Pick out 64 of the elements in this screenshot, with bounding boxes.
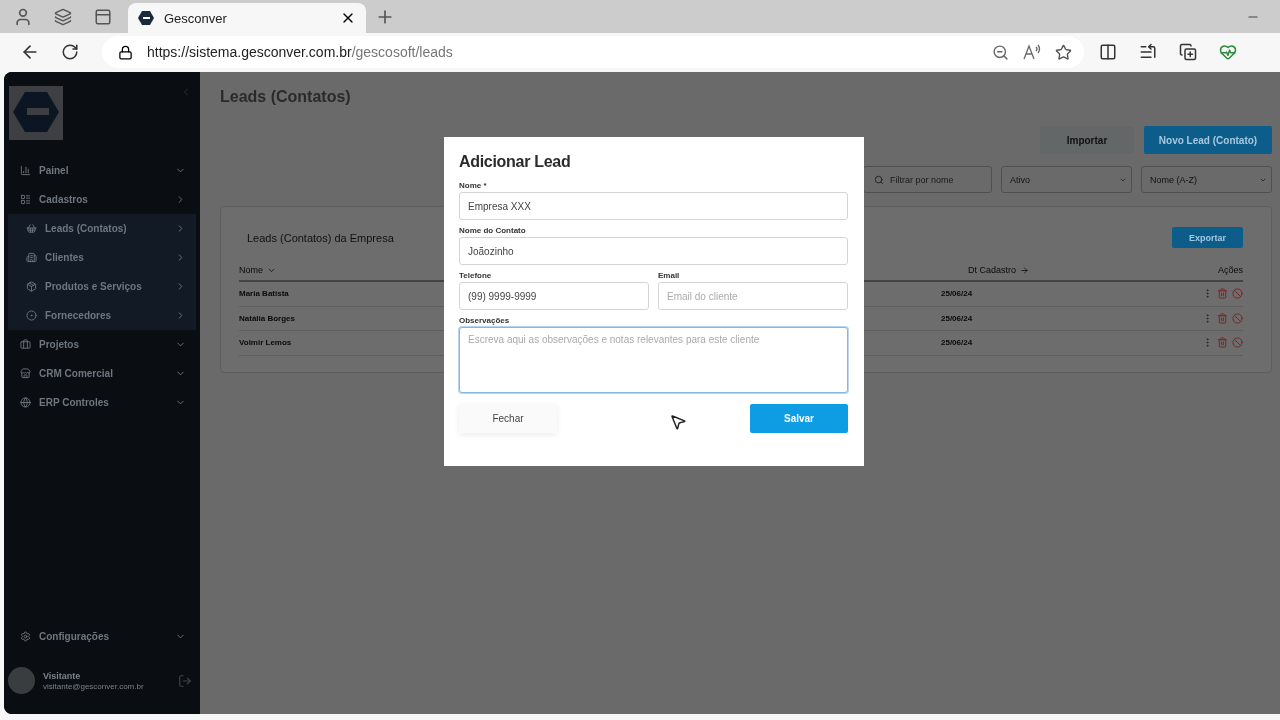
card-title: Leads (Contatos) da Empresa (247, 231, 394, 244)
search-icon (874, 174, 884, 185)
menu-icon (20, 339, 31, 350)
user-email: visitante@gesconver.com.br (43, 681, 145, 691)
browser-tab[interactable]: Gesconver (128, 3, 366, 33)
tab-title: Gesconver (164, 10, 228, 26)
arrow-right-icon (1020, 265, 1029, 275)
page-title: Leads (Contatos) (220, 88, 352, 106)
settings-icon (20, 631, 31, 642)
url-text: https://sistema.gesconver.com.br/gescosoft/leads (147, 44, 454, 60)
site-logo-icon (138, 10, 154, 26)
dialog-title: Adicionar Lead (459, 153, 572, 171)
sidebar-item[interactable]: CRM Comercial (4, 359, 200, 388)
column-header: Ações (1218, 265, 1243, 275)
save-button[interactable]: Salvar (750, 404, 848, 433)
column-header[interactable]: Dt Cadastro (968, 265, 1118, 275)
import-button[interactable]: Importar (1040, 126, 1134, 154)
field-label: Observações (459, 316, 511, 325)
new-lead-button[interactable]: Novo Lead (Contato) (1144, 126, 1272, 154)
status-select[interactable]: Ativo (1001, 166, 1132, 193)
menu-icon (20, 397, 31, 408)
export-button[interactable]: Exportar (1172, 227, 1243, 248)
close-button[interactable]: Fechar (459, 404, 557, 433)
column-header[interactable]: Nome (239, 265, 439, 275)
favorite-star-icon[interactable] (1055, 43, 1072, 61)
input-field[interactable]: Email do cliente (658, 282, 848, 310)
submenu-item[interactable]: Produtos e Serviços (8, 272, 196, 301)
user-avatar (8, 667, 35, 694)
field-label: Email (658, 271, 681, 280)
sidebar-item[interactable]: Projetos (4, 330, 200, 359)
menu-icon (26, 252, 37, 263)
input-field[interactable]: Joãozinho (459, 237, 848, 265)
input-field[interactable]: (99) 9999-9999 (459, 282, 649, 310)
field-label: Nome * (459, 181, 488, 190)
field-label: Nome do Contato (459, 226, 527, 235)
field-label: Telefone (459, 271, 493, 280)
sidebar-item[interactable]: Painel (4, 156, 200, 185)
menu-icon (20, 368, 31, 379)
notes-field[interactable]: Escreva aqui as observações e notas relevantes para este cliente (459, 327, 848, 393)
table-cell-text: Maria Batista (239, 289, 290, 299)
submenu-item[interactable]: Leads (Contatos) (8, 214, 196, 243)
zoom-out-icon[interactable] (992, 43, 1009, 61)
lock-icon (118, 44, 133, 60)
table-cell-text: 25/06/24 (941, 338, 974, 348)
submenu-item[interactable]: Clientes (8, 243, 196, 272)
menu-icon (20, 194, 31, 205)
read-aloud-icon[interactable] (1023, 44, 1041, 60)
table-cell-text: 25/06/24 (941, 313, 974, 323)
menu-icon (20, 165, 31, 176)
table-cell-text: 25/06/24 (941, 289, 974, 299)
menu-icon (26, 310, 37, 321)
menu-icon (26, 223, 37, 234)
user-name: Visitante (43, 670, 82, 681)
chevron-right-icon (175, 252, 186, 263)
settings-item[interactable]: Configurações (4, 622, 200, 651)
table-cell-text: Natália Borges (239, 313, 297, 323)
input-field[interactable]: Empresa XXX (459, 192, 848, 220)
sort-select[interactable]: Nome (A-Z) (1141, 166, 1272, 193)
address-bar[interactable]: https://sistema.gesconver.com.br/gescosoft/leads (102, 36, 1084, 68)
sidebar-item[interactable]: Cadastros (4, 185, 200, 214)
table-cell-text: Volmir Lemos (239, 338, 293, 348)
sidebar-item[interactable]: ERP Controles (4, 388, 200, 417)
menu-icon (26, 281, 37, 292)
submenu-item[interactable]: Fornecedores (8, 301, 196, 330)
